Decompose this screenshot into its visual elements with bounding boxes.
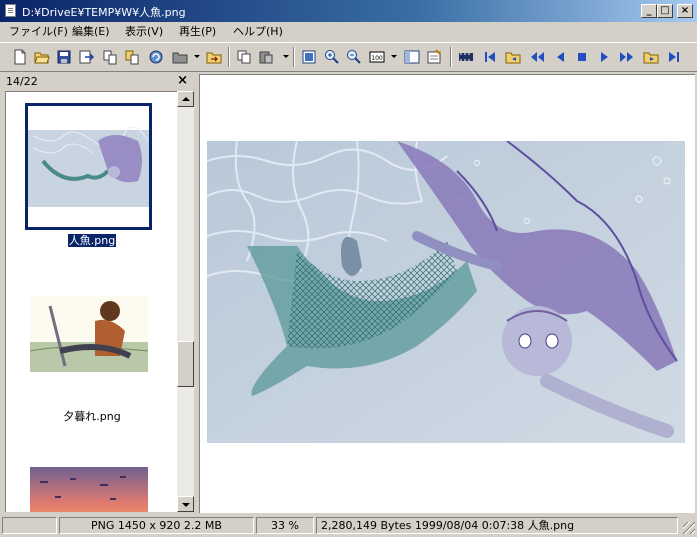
open-icon[interactable] — [503, 47, 523, 67]
copy-icon[interactable] — [234, 47, 254, 67]
thumbnail-sunset-image — [29, 296, 149, 372]
zoom-out-icon[interactable] — [343, 47, 363, 67]
zoom-in-icon[interactable] — [321, 47, 341, 67]
thumbnail-pane: 14/22 × 人魚.png 夕暮れ.png — [3, 73, 196, 513]
prev-icon[interactable] — [550, 47, 570, 67]
maximize-button[interactable]: □ — [657, 4, 673, 18]
menu-help[interactable]: ヘルプ(H) — [229, 24, 287, 39]
status-fileinfo: 2,280,149 Bytes 1999/08/04 0:07:38 人魚.pn… — [316, 517, 678, 534]
move-file-icon[interactable] — [122, 47, 142, 67]
thumbnail-counter: 14/22 — [6, 75, 38, 88]
close-button[interactable]: × — [677, 4, 693, 18]
zoom-badge: 100 — [371, 55, 383, 62]
window-title: D:¥DriveE¥TEMP¥W¥人魚.png — [22, 6, 186, 19]
next-fast-icon[interactable] — [617, 47, 637, 67]
thumbnail-label-2: 夕暮れ.png — [63, 410, 121, 423]
scroll-thumb[interactable] — [177, 341, 194, 387]
stop-icon[interactable] — [572, 47, 592, 67]
scroll-up-button[interactable] — [177, 91, 194, 107]
minimize-button[interactable]: _ — [641, 4, 657, 18]
first-icon[interactable] — [480, 47, 500, 67]
thumbnail-item-selected[interactable] — [25, 103, 152, 230]
thumbnail-view-icon[interactable] — [402, 47, 422, 67]
properties-icon[interactable] — [424, 47, 444, 67]
prev-fast-icon[interactable] — [527, 47, 547, 67]
thumbnail-dusk-image — [30, 467, 148, 512]
open-folder-icon[interactable] — [32, 47, 52, 67]
status-format: PNG 1450 x 920 2.2 MB — [59, 517, 254, 534]
play-icon[interactable] — [594, 47, 614, 67]
resize-grip-icon[interactable] — [683, 522, 695, 534]
actual-size-icon[interactable]: 100 — [367, 47, 387, 67]
filmstrip-icon[interactable] — [456, 47, 476, 67]
menu-bar: ファイル(F) 編集(E) 表示(V) 再生(P) ヘルプ(H) — [0, 22, 697, 41]
fit-window-icon[interactable] — [299, 47, 319, 67]
paste-icon[interactable] — [256, 47, 276, 67]
thumbnail-list[interactable]: 人魚.png 夕暮れ.png — [5, 91, 177, 512]
last-icon[interactable] — [664, 47, 684, 67]
thumbnail-mermaid-image — [28, 126, 149, 207]
title-bar[interactable]: D:¥DriveE¥TEMP¥W¥人魚.png _ □ × — [0, 0, 697, 22]
thumbnail-scrollbar[interactable] — [177, 91, 194, 512]
paste-dropdown-icon[interactable] — [283, 55, 289, 58]
app-document-icon[interactable] — [5, 4, 16, 17]
menu-edit[interactable]: 編集(E) — [68, 24, 114, 39]
export-icon[interactable] — [76, 47, 96, 67]
next-folder-icon[interactable] — [641, 47, 661, 67]
menu-file[interactable]: ファイル(F) — [5, 24, 72, 39]
close-pane-icon[interactable]: × — [177, 73, 188, 88]
scroll-down-button[interactable] — [177, 496, 194, 512]
status-zoom: 33 % — [256, 517, 314, 534]
menu-playback[interactable]: 再生(P) — [175, 24, 220, 39]
toolbar: 100 — [0, 42, 697, 72]
refresh-icon[interactable] — [146, 47, 166, 67]
image-viewer[interactable] — [199, 74, 695, 513]
status-blank — [2, 517, 57, 534]
thumbnail-item-3[interactable] — [30, 467, 148, 512]
goto-folder-icon[interactable] — [204, 47, 224, 67]
save-icon[interactable] — [54, 47, 74, 67]
new-icon[interactable] — [10, 47, 30, 67]
folder-dropdown-icon[interactable] — [194, 55, 200, 58]
folder-icon[interactable] — [170, 47, 190, 67]
thumbnail-pane-header: 14/22 × — [3, 73, 196, 90]
arrow-down-icon — [182, 503, 190, 507]
arrow-up-icon — [182, 97, 190, 101]
thumbnail-label-selected: 人魚.png — [67, 234, 117, 247]
thumbnail-item-2[interactable] — [29, 296, 149, 372]
menu-view[interactable]: 表示(V) — [121, 24, 167, 39]
status-bar: PNG 1450 x 920 2.2 MB 33 % 2,280,149 Byt… — [0, 514, 697, 537]
copy-file-icon[interactable] — [100, 47, 120, 67]
main-image — [207, 141, 685, 443]
zoom-dropdown-icon[interactable] — [391, 55, 397, 58]
